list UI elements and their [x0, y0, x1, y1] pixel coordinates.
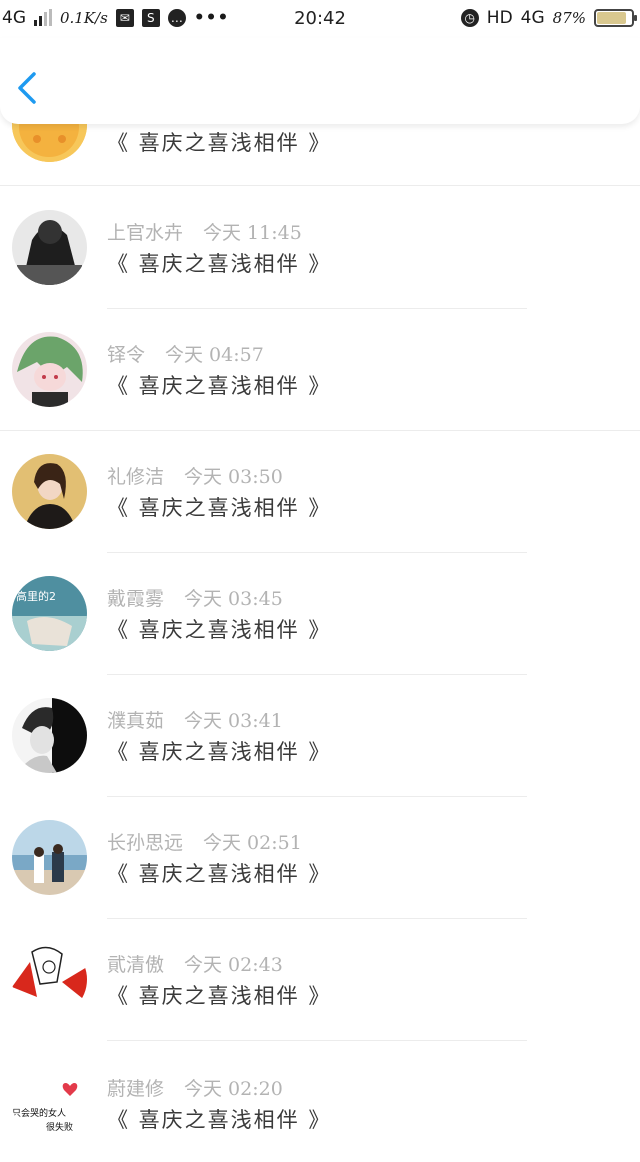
message-text: 《 喜庆之喜浅相伴 》 [107, 862, 332, 886]
avatar [12, 942, 87, 1017]
avatar-caption: 只会哭的女人 [12, 1107, 66, 1119]
battery-fill [597, 12, 626, 24]
sender-name: 濮真茹 [107, 710, 165, 732]
avatar [12, 454, 87, 529]
avatar [12, 820, 87, 895]
list-item[interactable]: 礼修洁 今天 03:50 《 喜庆之喜浅相伴 》 [0, 430, 640, 553]
avatar: 高里的2 [12, 576, 87, 651]
top-navbar [0, 38, 640, 124]
timestamp: 今天 03:45 [184, 588, 283, 610]
hd-indicator: HD [486, 8, 513, 28]
list-item[interactable]: 铎令 今天 04:57 《 喜庆之喜浅相伴 》 [0, 308, 640, 431]
list-item[interactable]: 貮清傲 今天 02:43 《 喜庆之喜浅相伴 》 [0, 918, 640, 1041]
list-item[interactable]: 只会哭的女人 很失败 蔚建修 今天 02:20 《 喜庆之喜浅相伴 》 [0, 1040, 640, 1162]
network-type-right: 4G [520, 8, 545, 28]
list-item[interactable]: 高里的2 戴霞雾 今天 03:45 《 喜庆之喜浅相伴 》 [0, 552, 640, 675]
sender-name: 戴霞雾 [107, 588, 165, 610]
timestamp: 今天 11:45 [203, 222, 302, 244]
list-item[interactable]: 长孙思远 今天 02:51 《 喜庆之喜浅相伴 》 [0, 796, 640, 919]
sender-line: 铎令 今天 04:57 [107, 340, 264, 367]
avatar [12, 698, 87, 773]
sender-line: 貮清傲 今天 02:43 [107, 950, 283, 977]
sender-line: 蔚建修 今天 02:20 [107, 1074, 283, 1101]
chevron-left-icon [18, 72, 36, 104]
timestamp: 今天 02:51 [203, 832, 302, 854]
timestamp: 今天 02:20 [184, 1078, 283, 1100]
timestamp: 今天 04:57 [165, 344, 264, 366]
sender-name: 长孙思远 [107, 832, 184, 854]
sender-name: 礼修洁 [107, 466, 165, 488]
sender-name: 铎令 [107, 344, 146, 366]
status-bar: 4G 0.1K/s ✉ S … ••• 20:42 ◷ HD 4G 87% [0, 0, 640, 38]
message-text: 《 喜庆之喜浅相伴 》 [107, 740, 332, 764]
message-text: 《 喜庆之喜浅相伴 》 [107, 131, 332, 155]
avatar-caption: 高里的2 [16, 589, 56, 603]
message-text: 《 喜庆之喜浅相伴 》 [107, 618, 332, 642]
message-text: 《 喜庆之喜浅相伴 》 [107, 984, 332, 1008]
sender-line: 上官水卉 今天 11:45 [107, 218, 302, 245]
avatar: 只会哭的女人 很失败 [12, 1064, 87, 1139]
sender-name: 蔚建修 [107, 1078, 165, 1100]
alarm-icon: ◷ [460, 9, 479, 27]
sender-line: 长孙思远 今天 02:51 [107, 828, 302, 855]
list-item[interactable]: 濮真茹 今天 03:41 《 喜庆之喜浅相伴 》 [0, 674, 640, 797]
sender-name: 貮清傲 [107, 954, 165, 976]
message-text: 《 喜庆之喜浅相伴 》 [107, 496, 332, 520]
list-item[interactable]: 上官水卉 今天 11:45 《 喜庆之喜浅相伴 》 [0, 186, 640, 309]
sender-line: 戴霞雾 今天 03:45 [107, 584, 283, 611]
battery-icon [594, 9, 637, 27]
message-text: 《 喜庆之喜浅相伴 》 [107, 252, 332, 276]
battery-percent: 87% [552, 9, 586, 27]
sender-line: 濮真茹 今天 03:41 [107, 706, 283, 733]
avatar [12, 210, 87, 285]
timestamp: 今天 03:41 [184, 710, 283, 732]
avatar-caption: 很失败 [46, 1121, 73, 1133]
message-text: 《 喜庆之喜浅相伴 》 [107, 374, 332, 398]
timestamp: 今天 02:43 [184, 954, 283, 976]
message-text: 《 喜庆之喜浅相伴 》 [107, 1108, 332, 1132]
timestamp: 今天 03:50 [184, 466, 283, 488]
sender-line: 礼修洁 今天 03:50 [107, 462, 283, 489]
back-button[interactable] [14, 68, 44, 108]
sender-name: 上官水卉 [107, 222, 184, 244]
avatar [12, 332, 87, 407]
